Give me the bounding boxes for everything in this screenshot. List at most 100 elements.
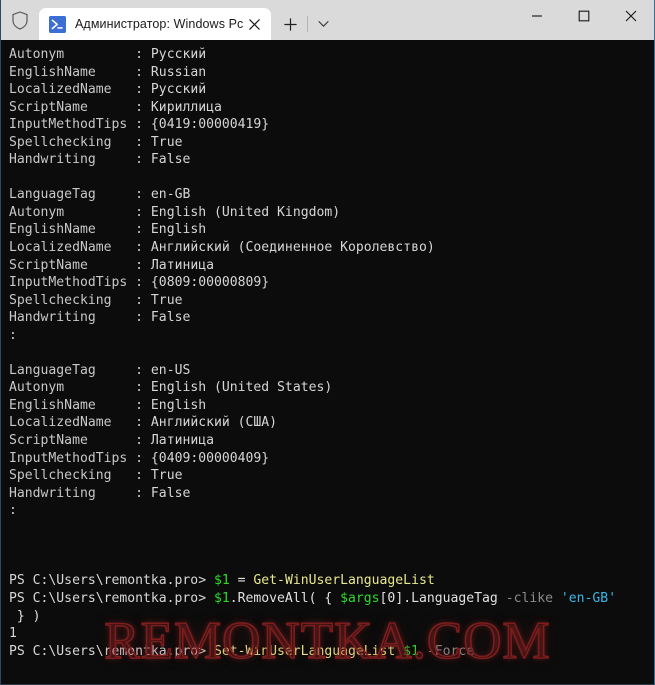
- property-key: ScriptName: [9, 257, 136, 273]
- property-key: Autonym: [9, 47, 136, 62]
- output-row: Spellchecking : True: [9, 134, 183, 150]
- property-value: {0409:00000409}: [150, 450, 270, 466]
- command-result: 1: [9, 625, 654, 643]
- output-row: :: [9, 503, 25, 519]
- output-row: LanguageTag : en-GB: [9, 187, 191, 203]
- output-row: Autonym : Русский: [9, 47, 207, 62]
- output-row: EnglishName : English: [9, 397, 207, 413]
- command-continuation: } ): [9, 608, 654, 626]
- close-window-button[interactable]: [607, 0, 654, 32]
- chevron-down-icon[interactable]: [308, 8, 338, 40]
- property-value: False: [150, 152, 191, 168]
- equals-token: =: [229, 573, 254, 589]
- cmdlet-token: Get-WinUserLanguageList: [253, 573, 435, 589]
- output-row: LocalizedName : Английский (США): [9, 415, 278, 431]
- property-key: LocalizedName: [9, 415, 136, 431]
- maximize-button[interactable]: [560, 0, 607, 32]
- window-controls: [513, 0, 654, 40]
- output-row: Handwriting : False: [9, 310, 191, 326]
- output-row: EnglishName : English: [9, 222, 207, 238]
- property-key: Spellchecking: [9, 468, 136, 484]
- property-value: True: [150, 468, 183, 484]
- property-value: Кириллица: [150, 99, 222, 115]
- variable-token: $1: [213, 573, 230, 589]
- property-key: InputMethodTips: [9, 450, 136, 466]
- new-tab-button[interactable]: [273, 8, 307, 40]
- output-row: Handwriting : False: [9, 152, 191, 168]
- property-value: English (United States): [150, 380, 333, 396]
- output-row: ScriptName : Латиница: [9, 257, 214, 273]
- property-key: EnglishName: [9, 64, 136, 80]
- property-value: Русский: [150, 82, 207, 98]
- property-key: InputMethodTips: [9, 117, 136, 133]
- output-row: InputMethodTips : {0809:00000809}: [9, 275, 270, 291]
- property-value: en-US: [150, 362, 191, 378]
- output-row: EnglishName : Russian: [9, 64, 207, 80]
- property-key: Autonym: [9, 204, 136, 220]
- property-key: Spellchecking: [9, 292, 136, 308]
- output-row: Autonym : English (United States): [9, 380, 333, 396]
- property-key: LocalizedName: [9, 240, 136, 256]
- property-value: Русский: [150, 47, 207, 62]
- string-token: 'en-GB': [560, 590, 617, 606]
- property-value: English: [150, 222, 207, 238]
- close-tab-icon[interactable]: [243, 13, 265, 35]
- property-key: EnglishName: [9, 397, 136, 413]
- terminal-output-area[interactable]: Autonym : Русский EnglishName : Russian …: [1, 40, 654, 684]
- property-value: True: [150, 292, 183, 308]
- param-token: -Force: [426, 643, 475, 659]
- property-value: False: [150, 485, 191, 501]
- property-key: Handwriting: [9, 310, 136, 326]
- property-value: {0809:00000809}: [150, 275, 270, 291]
- minimize-button[interactable]: [513, 0, 560, 32]
- property-key: Autonym: [9, 380, 136, 396]
- variable-token: $1: [403, 643, 419, 659]
- output-row: Spellchecking : True: [9, 468, 183, 484]
- property-value: Английский (Соединенное Королевство): [150, 240, 435, 256]
- property-value: Латиница: [150, 257, 214, 273]
- output-row: InputMethodTips : {0409:00000409}: [9, 450, 270, 466]
- property-key: EnglishName: [9, 222, 136, 238]
- output-row: LanguageTag : en-US: [9, 362, 191, 378]
- tab-title: Администратор: Windows Pc: [75, 17, 244, 31]
- property-key: LanguageTag: [9, 362, 136, 378]
- command-line-1: PS C:\Users\remontka.pro> $1 = Get-WinUs…: [9, 572, 654, 590]
- property-key: ScriptName: [9, 433, 136, 449]
- property-value: English: [150, 397, 207, 413]
- property-value: English (United Kingdom): [150, 204, 341, 220]
- property-key: Handwriting: [9, 152, 136, 168]
- command-line-3: PS C:\Users\remontka.pro> Set-WinUserLan…: [9, 643, 654, 661]
- output-row: LocalizedName : Русский: [9, 82, 207, 98]
- property-key: Spellchecking: [9, 134, 136, 150]
- property-key: LanguageTag: [9, 187, 136, 203]
- property-value: {0419:00000419}: [150, 117, 270, 133]
- powershell-icon: [49, 15, 66, 33]
- prompt-string: PS C:\Users\remontka.pro>: [9, 590, 207, 606]
- command-line-2: PS C:\Users\remontka.pro> $1.RemoveAll( …: [9, 590, 654, 608]
- index-token: [0].LanguageTag: [379, 590, 506, 606]
- output-row: ScriptName : Кириллица: [9, 99, 222, 115]
- property-key: LocalizedName: [9, 82, 136, 98]
- result-value: 1: [9, 626, 17, 642]
- output-row: ScriptName : Латиница: [9, 433, 214, 449]
- output-row: Handwriting : False: [9, 485, 191, 501]
- variable-token: $1: [213, 590, 230, 606]
- operator-token: -clike: [505, 590, 553, 606]
- property-key: InputMethodTips: [9, 275, 136, 291]
- output-row: LocalizedName : Английский (Соединенное …: [9, 240, 435, 256]
- continuation-token: } ): [9, 608, 41, 624]
- terminal-tab[interactable]: Администратор: Windows Pc: [39, 8, 272, 40]
- property-key: ScriptName: [9, 99, 136, 115]
- args-variable-token: $args: [340, 590, 380, 606]
- method-token: .RemoveAll( {: [229, 590, 341, 606]
- property-value: Латиница: [150, 433, 214, 449]
- shield-icon: [1, 0, 39, 40]
- title-bar[interactable]: Администратор: Windows Pc: [1, 0, 654, 40]
- output-row: Autonym : English (United Kingdom): [9, 204, 341, 220]
- powershell-window: Администратор: Windows Pc Autonym: Русс…: [0, 0, 655, 685]
- property-value: Английский (США): [150, 415, 278, 431]
